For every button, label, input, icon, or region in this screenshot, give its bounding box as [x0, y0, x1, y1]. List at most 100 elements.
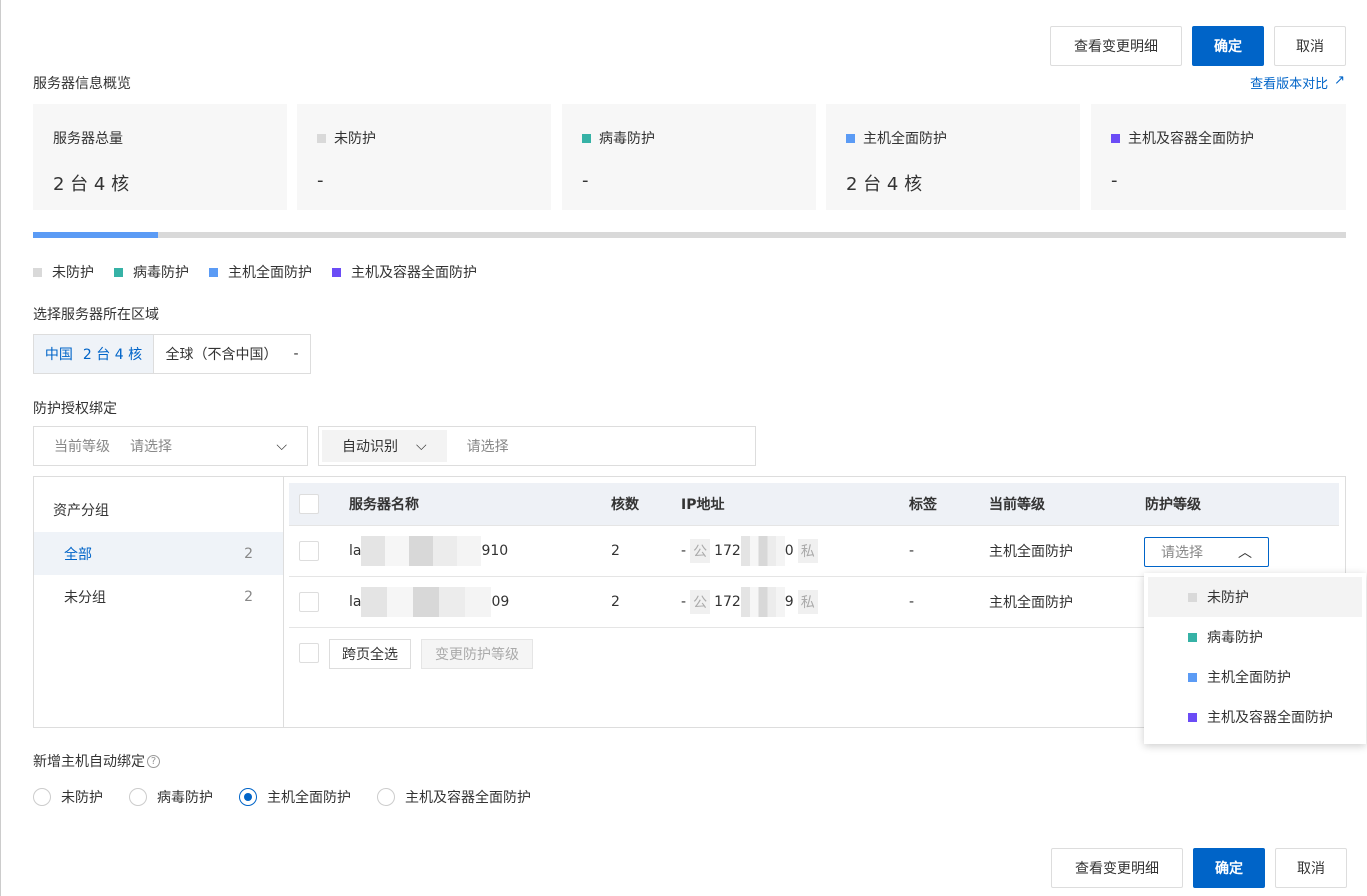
tags: -	[909, 543, 915, 559]
binding-title: 防护授权绑定	[33, 401, 117, 417]
row-checkbox[interactable]	[299, 592, 319, 612]
current-level-select[interactable]: 当前等级 请选择 ⌵	[33, 426, 308, 466]
compare-link-label: 查看版本对比	[1250, 77, 1329, 92]
region-tab-global[interactable]: 全球（不含中国） -	[154, 335, 310, 373]
option-unprotected[interactable]: 未防护	[1148, 577, 1362, 617]
chevron-down-icon: ⌵	[416, 438, 427, 454]
legend-label: 主机全面防护	[228, 265, 312, 281]
option-label: 主机及容器全面防护	[1207, 710, 1333, 726]
region-tabs: 中国 2 台 4 核 全球（不含中国） -	[33, 334, 311, 374]
region-value: -	[293, 346, 299, 362]
protection-level-select[interactable]: 请选择 ︿	[1144, 537, 1269, 567]
auto-filter-input[interactable]: 请选择	[467, 436, 509, 456]
compare-link[interactable]: 查看版本对比 ↗	[1250, 73, 1345, 92]
auto-bind-radio-group: 未防护 病毒防护 主机全面防护 主机及容器全面防护	[33, 787, 557, 807]
server-name-suffix: 910	[481, 543, 509, 559]
radio-label: 病毒防护	[157, 790, 213, 806]
header-current-level: 当前等级	[989, 497, 1045, 513]
current-level: 主机全面防护	[989, 595, 1073, 611]
card-value: -	[317, 170, 324, 191]
private-ip-suffix: 0	[784, 543, 794, 559]
legend-label: 未防护	[52, 265, 94, 281]
bulk-checkbox[interactable]	[299, 643, 319, 663]
header-ip: IP地址	[681, 497, 725, 513]
external-link-icon: ↗	[1334, 73, 1345, 88]
card-virus: 病毒防护 -	[562, 104, 816, 210]
card-value: -	[1111, 170, 1118, 191]
option-host[interactable]: 主机全面防护	[1148, 657, 1362, 697]
group-item-ungrouped[interactable]: 未分组 2	[34, 575, 283, 618]
radio-circle	[239, 788, 257, 806]
auto-bind-title: 新增主机自动绑定?	[33, 751, 160, 771]
chevron-down-icon: ⌵	[276, 438, 287, 454]
row-checkbox[interactable]	[299, 541, 319, 561]
current-level: 主机全面防护	[989, 544, 1073, 560]
protection-progress-bar	[33, 232, 1346, 238]
confirm-button[interactable]: 确定	[1192, 26, 1264, 66]
card-label: 主机全面防护	[863, 131, 947, 147]
legend-swatch	[1111, 133, 1120, 143]
confirm-button-bottom[interactable]: 确定	[1193, 848, 1265, 888]
group-item-all[interactable]: 全部 2	[34, 532, 283, 575]
public-ip: -	[681, 594, 687, 610]
option-host-container[interactable]: 主机及容器全面防护	[1148, 697, 1362, 737]
region-value: 2 台 4 核	[82, 347, 143, 363]
radio-circle	[377, 788, 395, 806]
view-change-details-button-bottom[interactable]: 查看变更明细	[1051, 848, 1183, 888]
region-title: 选择服务器所在区域	[33, 307, 159, 323]
change-level-button[interactable]: 变更防护等级	[421, 639, 533, 669]
card-value: 2 台 4 核	[53, 174, 130, 195]
redacted	[740, 587, 785, 617]
auto-bind-label: 新增主机自动绑定	[33, 754, 145, 770]
legend-label: 病毒防护	[133, 265, 189, 281]
group-count: 2	[244, 545, 253, 562]
group-title: 资产分组	[53, 503, 109, 519]
public-ip: -	[681, 543, 687, 559]
card-label: 服务器总量	[53, 131, 123, 147]
option-label: 主机全面防护	[1207, 670, 1291, 686]
option-virus[interactable]: 病毒防护	[1148, 617, 1362, 657]
radio-label: 未防护	[61, 790, 103, 806]
server-name-suffix: 09	[491, 594, 510, 610]
card-host: 主机全面防护 2 台 4 核	[826, 104, 1080, 210]
view-change-details-button[interactable]: 查看变更明细	[1050, 26, 1182, 66]
radio-circle	[33, 788, 51, 806]
radio-host-container[interactable]: 主机及容器全面防护	[377, 787, 531, 807]
tags: -	[909, 594, 915, 610]
select-all-checkbox[interactable]	[299, 494, 319, 514]
region-tab-china[interactable]: 中国 2 台 4 核	[34, 335, 154, 373]
public-tag: 公	[690, 590, 711, 614]
cores: 2	[611, 543, 620, 559]
server-name: la	[349, 543, 362, 559]
radio-label: 主机全面防护	[267, 790, 351, 806]
redacted	[361, 536, 482, 566]
region-label: 全球（不含中国）	[165, 347, 278, 363]
table-header: 服务器名称 核数 IP地址 标签 当前等级 防护等级	[289, 483, 1339, 526]
legend-swatch	[846, 133, 855, 143]
private-ip: 172	[714, 594, 741, 610]
radio-circle	[129, 788, 147, 806]
radio-label: 主机及容器全面防护	[405, 790, 531, 806]
card-host-container: 主机及容器全面防护 -	[1091, 104, 1346, 210]
card-value: 2 台 4 核	[846, 174, 923, 195]
legend-label: 主机及容器全面防护	[351, 265, 477, 281]
cancel-button[interactable]: 取消	[1274, 26, 1346, 66]
header-protection-level: 防护等级	[1145, 497, 1201, 513]
radio-virus[interactable]: 病毒防护	[129, 787, 213, 807]
redacted	[361, 587, 492, 617]
cancel-button-bottom[interactable]: 取消	[1275, 848, 1347, 888]
redacted	[740, 536, 785, 566]
legend-swatch	[114, 267, 123, 277]
radio-host[interactable]: 主机全面防护	[239, 787, 351, 807]
progress-fill	[33, 232, 158, 238]
card-label: 病毒防护	[599, 131, 655, 147]
auto-identify-select[interactable]: 自动识别 ⌵	[322, 430, 447, 462]
help-icon[interactable]: ?	[147, 754, 160, 768]
select-all-pages-button[interactable]: 跨页全选	[329, 639, 411, 669]
header-cores: 核数	[611, 497, 639, 513]
legend-swatch	[1188, 632, 1197, 642]
radio-unprotected[interactable]: 未防护	[33, 787, 103, 807]
overview-title: 服务器信息概览	[33, 76, 131, 92]
legend-swatch	[1188, 592, 1197, 602]
table-row: la 910 2 - 公 172 0 私 - 主机全面防护 请选择 ︿	[289, 526, 1339, 577]
